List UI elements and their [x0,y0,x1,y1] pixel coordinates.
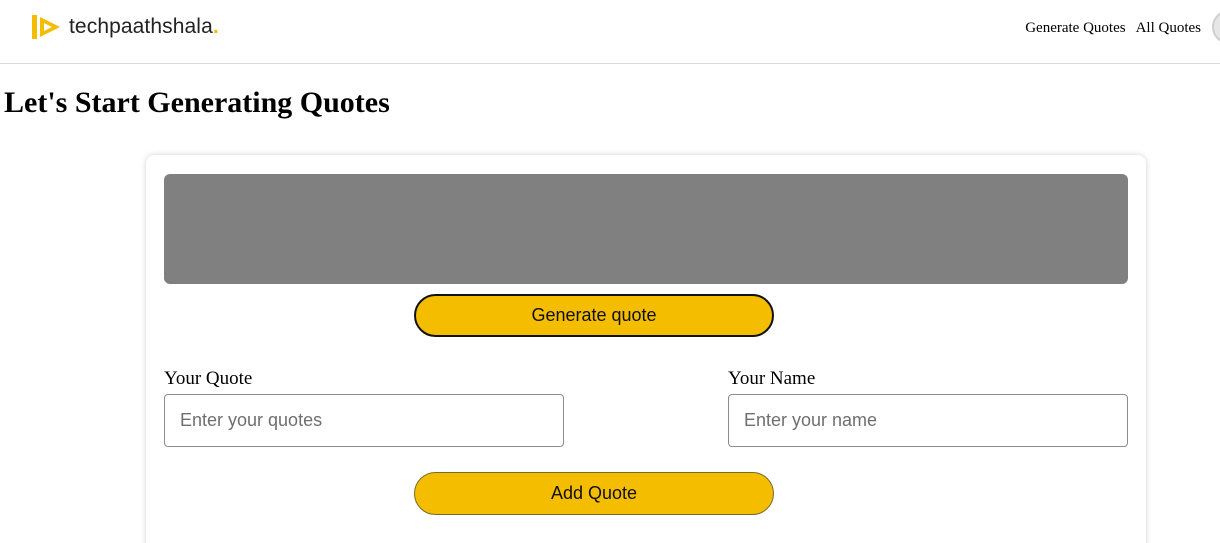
quote-display-box [164,174,1128,284]
nav-links: Generate Quotes All Quotes [1025,18,1201,38]
avatar[interactable] [1212,10,1220,44]
generate-quote-button[interactable]: Generate quote [414,294,774,337]
page-title: Let's Start Generating Quotes [4,86,390,119]
play-logo-icon [32,15,60,39]
name-input[interactable] [728,394,1128,447]
quote-input[interactable] [164,394,564,447]
brand-name: techpaathshala [69,15,213,38]
brand-dot: . [212,15,219,38]
your-quote-label: Your Quote [164,368,253,389]
brand-logo-link[interactable]: techpaathshala. [32,13,219,41]
add-quote-button[interactable]: Add Quote [414,472,774,515]
your-name-label: Your Name [728,368,816,389]
quote-card: Generate quote Your Quote Your Name Add … [146,155,1146,543]
nav-link-all-quotes[interactable]: All Quotes [1136,18,1201,38]
nav-link-generate-quotes[interactable]: Generate Quotes [1025,18,1125,38]
navbar: techpaathshala. Generate Quotes All Quot… [0,0,1220,64]
